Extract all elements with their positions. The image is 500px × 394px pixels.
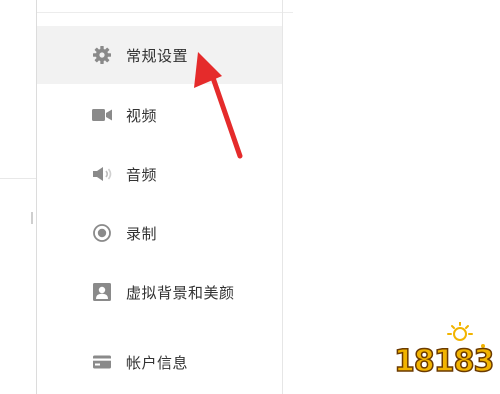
sidebar-item-label: 虚拟背景和美颜	[126, 283, 235, 302]
watermark-text: 18183	[393, 343, 495, 380]
sidebar-item-recording[interactable]: 录制	[37, 204, 282, 262]
sidebar-right-border	[282, 0, 283, 394]
watermark-logo: 18183	[390, 322, 495, 388]
gear-icon	[89, 44, 115, 66]
sidebar-item-label: 帐户信息	[126, 353, 189, 372]
sidebar-item-general-settings[interactable]: 常规设置	[37, 26, 282, 84]
sidebar-item-video[interactable]: 视频	[37, 86, 282, 144]
top-strip	[37, 0, 293, 13]
sidebar-item-account-info[interactable]: 帐户信息	[37, 333, 282, 391]
gutter-mark	[31, 212, 33, 224]
sidebar-item-audio[interactable]: 音频	[37, 145, 282, 203]
record-icon	[89, 222, 115, 244]
settings-sidebar: 常规设置 视频 音频 录制 虚拟背景和美颜 帐户信息	[37, 26, 282, 394]
sidebar-item-virtual-background[interactable]: 虚拟背景和美颜	[37, 263, 282, 321]
speaker-icon	[89, 163, 115, 185]
sidebar-item-label: 录制	[126, 224, 158, 243]
portrait-icon	[89, 281, 115, 303]
sidebar-item-label: 常规设置	[126, 46, 189, 65]
gutter-divider	[0, 178, 37, 179]
video-camera-icon	[89, 104, 115, 126]
left-pane	[0, 0, 37, 394]
sidebar-item-label: 视频	[126, 106, 158, 125]
sidebar-item-label: 音频	[126, 165, 158, 184]
card-icon	[89, 351, 115, 373]
